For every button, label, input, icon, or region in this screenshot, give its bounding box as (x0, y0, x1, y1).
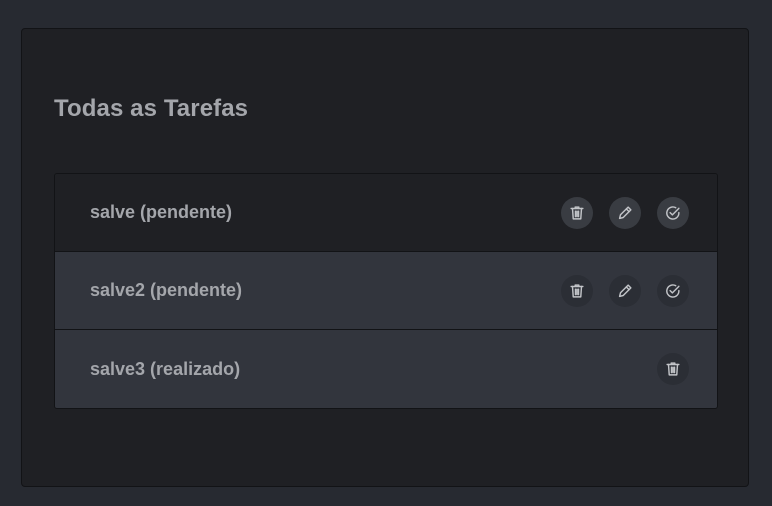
trash-icon (666, 362, 680, 376)
task-row-2: salve2 (pendente) (55, 252, 717, 330)
delete-button[interactable] (657, 353, 689, 385)
task-label: salve3 (realizado) (90, 358, 241, 379)
task-row-1: salve (pendente) (55, 174, 717, 252)
trash-icon (570, 283, 584, 298)
pencil-icon (618, 205, 632, 219)
page-title: Todas as Tarefas (54, 95, 249, 122)
task-actions (561, 196, 689, 229)
task-row-3: salve3 (realizado) (55, 330, 717, 408)
edit-button[interactable] (609, 274, 641, 307)
task-label: salve2 (pendente) (90, 280, 243, 300)
task-list: salve (pendente) salve2 (pendente) salve… (54, 173, 718, 409)
edit-button[interactable] (609, 196, 641, 229)
task-actions (561, 274, 689, 307)
tasks-card: Todas as Tarefas salve (pendente) salve2… (21, 28, 749, 487)
delete-button[interactable] (561, 196, 593, 229)
check-circle-icon (666, 283, 680, 298)
complete-button[interactable] (657, 196, 689, 229)
trash-icon (570, 205, 584, 220)
pencil-icon (618, 283, 632, 297)
check-circle-icon (666, 205, 680, 220)
delete-button[interactable] (561, 274, 593, 307)
complete-button[interactable] (657, 274, 689, 307)
task-label: salve (pendente) (90, 202, 233, 222)
task-actions (657, 353, 689, 385)
